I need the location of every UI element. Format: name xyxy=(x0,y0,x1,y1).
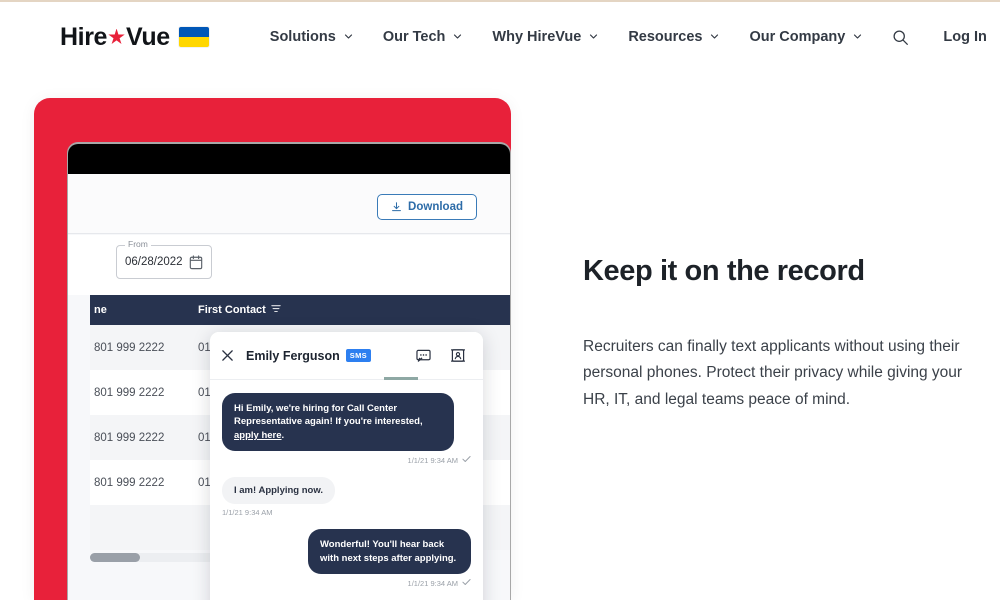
cell-phone: 801 999 2222 xyxy=(94,341,165,354)
feature-copy-block: Keep it on the record Recruiters can fin… xyxy=(583,254,975,414)
nav-item-why-hirevue[interactable]: Why HireVue xyxy=(477,23,613,51)
message-bubble-icon[interactable] xyxy=(416,349,431,363)
apply-here-link[interactable]: apply here xyxy=(234,430,282,441)
nav-label-solutions: Solutions xyxy=(269,29,336,45)
site-header: Hire Vue Solutions Our Tech Why HireVue xyxy=(0,2,1000,72)
message-timestamp-row: 1/1/21 9:34 AM xyxy=(222,508,471,517)
chat-message-outgoing: Wonderful! You'll hear back with next st… xyxy=(222,529,471,588)
chevron-down-icon xyxy=(453,32,462,41)
chevron-down-icon xyxy=(344,32,353,41)
chat-header-actions xyxy=(416,348,465,363)
message-text-part-one: Hi Emily, we're hiring for Call Center R… xyxy=(234,403,423,428)
chevron-down-icon xyxy=(853,32,862,41)
device-screen: Download From 06/28/2022 ne First Contac… xyxy=(68,174,510,600)
message-timestamp: 1/1/21 9:34 AM xyxy=(407,455,458,465)
table-header-row: ne First Contact xyxy=(90,295,510,325)
scrollbar-thumb[interactable] xyxy=(90,553,140,562)
nav-item-solutions[interactable]: Solutions xyxy=(255,23,368,51)
brand-logo[interactable]: Hire Vue xyxy=(60,23,209,52)
cell-phone: 801 999 2222 xyxy=(94,431,165,444)
tablet-device-mockup: Download From 06/28/2022 ne First Contac… xyxy=(34,98,511,600)
column-header-phone[interactable]: ne xyxy=(94,304,194,316)
chat-message-outgoing: Hi Emily, we're hiring for Call Center R… xyxy=(222,393,471,465)
chat-message-incoming: I am! Applying now. 1/1/21 9:34 AM xyxy=(222,477,471,517)
chat-contact-name: Emily Ferguson xyxy=(246,348,340,363)
filter-row: From 06/28/2022 xyxy=(68,235,510,295)
column-header-first-contact[interactable]: First Contact xyxy=(198,304,281,317)
chat-panel-header: Emily Ferguson SMS xyxy=(210,332,483,380)
message-bubble-outgoing: Wonderful! You'll hear back with next st… xyxy=(308,529,471,575)
nav-item-our-tech[interactable]: Our Tech xyxy=(368,23,478,51)
chat-panel: Emily Ferguson SMS Hi Emily, we're hirin… xyxy=(210,332,483,600)
check-icon xyxy=(462,578,471,588)
cell-phone: 801 999 2222 xyxy=(94,386,165,399)
column-header-phone-label: ne xyxy=(94,304,107,316)
download-icon xyxy=(391,201,402,213)
nav-item-resources[interactable]: Resources xyxy=(613,23,734,51)
flag-yellow-stripe xyxy=(178,37,209,47)
message-bubble-outgoing: Hi Emily, we're hiring for Call Center R… xyxy=(222,393,454,452)
status-badge: SMS xyxy=(345,349,371,362)
page-title: Keep it on the record xyxy=(583,255,865,287)
horizontal-scrollbar[interactable] xyxy=(90,553,220,562)
chat-message-list: Hi Emily, we're hiring for Call Center R… xyxy=(210,381,483,600)
main-navigation: Solutions Our Tech Why HireVue Resources xyxy=(255,23,916,52)
nav-label-resources: Resources xyxy=(628,29,703,45)
chevron-down-icon xyxy=(710,32,719,41)
logo-wordmark: Hire Vue xyxy=(60,23,170,52)
app-toolbar: Download xyxy=(68,174,510,234)
contact-card-icon[interactable] xyxy=(451,348,465,363)
cell-phone: 801 999 2222 xyxy=(94,476,165,489)
message-timestamp-row: 1/1/21 9:34 AM xyxy=(222,455,471,465)
logo-text-hire: Hire xyxy=(60,22,108,51)
search-icon[interactable] xyxy=(886,23,915,52)
nav-item-our-company[interactable]: Our Company xyxy=(734,23,877,51)
download-button-label: Download xyxy=(408,201,463,213)
download-button[interactable]: Download xyxy=(377,194,477,220)
nav-label-our-tech: Our Tech xyxy=(382,29,446,45)
date-from-value: 06/28/2022 xyxy=(125,256,183,268)
date-from-input[interactable]: From 06/28/2022 xyxy=(116,239,212,279)
message-timestamp-row: 1/1/21 9:34 AM xyxy=(222,578,471,588)
ukraine-flag-icon xyxy=(178,27,209,47)
login-link[interactable]: Log In xyxy=(943,29,987,45)
active-tab-indicator xyxy=(384,377,418,380)
message-bubble-incoming: I am! Applying now. xyxy=(222,477,336,505)
close-icon[interactable] xyxy=(221,349,234,362)
message-timestamp: 1/1/21 9:34 AM xyxy=(222,508,273,518)
nav-label-why-hirevue: Why HireVue xyxy=(492,29,582,45)
message-timestamp: 1/1/21 9:34 AM xyxy=(407,578,458,588)
filter-icon[interactable] xyxy=(271,304,281,317)
nav-label-our-company: Our Company xyxy=(749,29,846,45)
message-text-part-two: . xyxy=(281,429,285,441)
calendar-icon[interactable] xyxy=(189,255,203,275)
flag-blue-stripe xyxy=(178,27,209,37)
feature-description: Recruiters can finally text applicants w… xyxy=(583,337,963,409)
star-icon xyxy=(108,28,125,44)
column-header-first-contact-label: First Contact xyxy=(198,304,266,316)
check-icon xyxy=(462,455,471,465)
chevron-down-icon xyxy=(589,32,598,41)
date-from-label: From xyxy=(125,239,151,249)
logo-text-vue: Vue xyxy=(126,22,170,51)
